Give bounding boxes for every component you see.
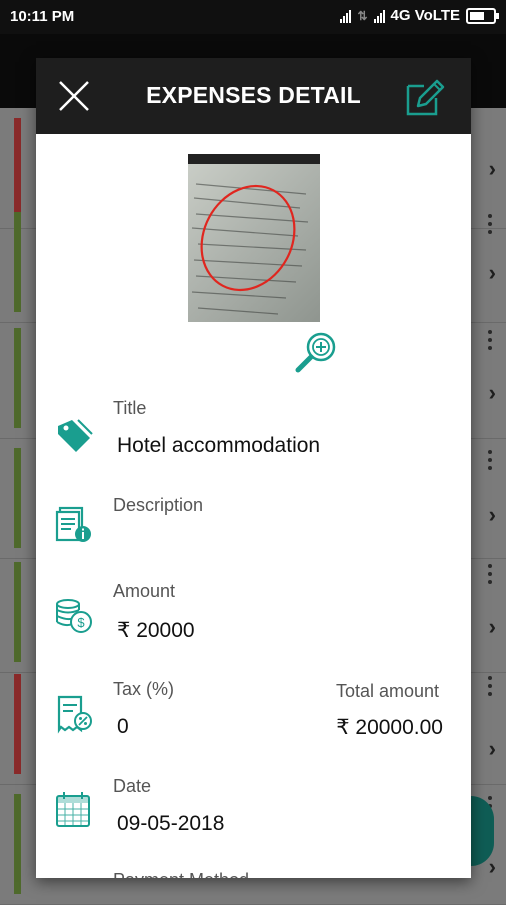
title-label: Title [113, 398, 147, 418]
more-vert-icon [488, 676, 492, 700]
receipt-text-lines [191, 183, 309, 315]
date-label: Date [113, 776, 152, 796]
signal-icon [340, 9, 352, 23]
description-label: Description [113, 495, 204, 515]
chevron-right-icon: › [488, 156, 496, 181]
status-icons: ⇅ 4G VoLTE [340, 7, 499, 24]
status-time: 10:11 PM [10, 8, 75, 25]
payment-method-label: Payment Method [113, 870, 249, 878]
edit-icon [406, 79, 445, 116]
chevron-right-icon: › [488, 854, 496, 879]
signal-icon [373, 9, 385, 23]
status-strip [14, 794, 21, 894]
tag-icon [54, 416, 94, 456]
receipt-paper [188, 164, 320, 322]
document-info-icon [54, 504, 94, 544]
battery-icon [466, 7, 499, 24]
status-strip [14, 448, 21, 548]
network-type: 4G VoLTE [390, 7, 460, 24]
chevron-right-icon: › [488, 736, 496, 761]
calendar-icon [54, 790, 94, 830]
status-bar: 10:11 PM ⇅ 4G VoLTE [0, 0, 506, 34]
tax-value: 0 [117, 715, 129, 738]
more-vert-icon [488, 564, 492, 588]
svg-text:$: $ [77, 615, 85, 630]
expenses-detail-dialog: EXPENSES DETAIL Title Hotel accommodatio… [36, 58, 471, 878]
status-strip [14, 562, 21, 662]
zoom-button[interactable] [292, 328, 340, 376]
status-strip [14, 674, 21, 774]
total-amount-label: Total amount [335, 681, 439, 701]
chevron-right-icon: › [488, 260, 496, 285]
chevron-right-icon: › [488, 502, 496, 527]
total-amount-value: ₹ 20000.00 [336, 716, 443, 739]
more-vert-icon [488, 214, 492, 238]
edit-button[interactable] [404, 76, 446, 118]
status-strip [14, 328, 21, 428]
zoom-in-icon [295, 332, 336, 373]
chevron-right-icon: › [488, 380, 496, 405]
dialog-header: EXPENSES DETAIL [36, 58, 471, 134]
tax-label: Tax (%) [113, 679, 175, 699]
amount-value: ₹ 20000 [117, 619, 195, 642]
receipt-image[interactable] [188, 154, 320, 322]
more-vert-icon [488, 330, 492, 354]
amount-label: Amount [113, 581, 176, 601]
chevron-right-icon: › [488, 614, 496, 639]
tax-receipt-icon [54, 694, 94, 734]
coins-icon: $ [54, 596, 94, 636]
status-strip [14, 212, 21, 312]
date-value: 09-05-2018 [117, 812, 225, 835]
title-value: Hotel accommodation [117, 434, 321, 457]
data-arrows-icon: ⇅ [357, 8, 368, 23]
more-vert-icon [488, 450, 492, 474]
